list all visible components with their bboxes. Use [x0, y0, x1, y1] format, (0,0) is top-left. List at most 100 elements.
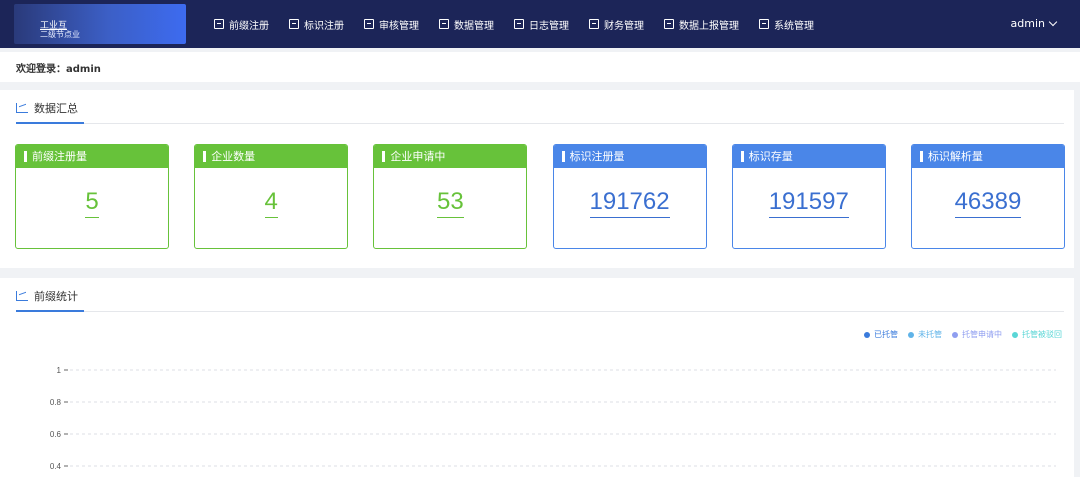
nav-label: 前缀注册: [229, 20, 269, 32]
nav-label: 日志管理: [529, 20, 569, 32]
card-value[interactable]: 191597: [768, 188, 849, 218]
bar-icon: [382, 151, 386, 162]
prefix-stats-panel: 1 0.8 0.6 0.4 前缀统计 已托管 未托管 托管申请中 托管被驳回: [0, 278, 1074, 477]
card-label: 标识注册量: [569, 150, 625, 163]
card-identifier-stock: 标识存量 191597: [731, 144, 886, 249]
audit-icon: [364, 19, 374, 29]
welcome-bar: 欢迎登录：admin: [0, 52, 1080, 82]
card-label: 标识解析量: [927, 150, 983, 163]
nav-identifier-register[interactable]: 标识注册: [289, 17, 344, 32]
bar-icon: [740, 151, 744, 162]
legend-label: 托管被驳回: [1022, 330, 1062, 339]
card-header: 标识解析量: [911, 145, 1064, 168]
divider: [16, 311, 1064, 312]
card-enterprise-count: 企业数量 4: [194, 144, 349, 249]
nav-audit-management[interactable]: 审核管理: [364, 17, 419, 32]
logo[interactable]: 工业互 二级节点业: [14, 4, 186, 44]
y-tick-label: 0.6: [50, 430, 62, 439]
card-label: 企业数量: [211, 150, 256, 163]
nav-system-management[interactable]: 系统管理: [759, 17, 814, 32]
top-navbar: 工业互 二级节点业 前缀注册 标识注册 审核管理 数据管理 日志管理 财务管理 …: [0, 0, 1080, 48]
legend-hosting-rejected[interactable]: 托管被驳回: [1012, 329, 1062, 340]
finance-icon: [589, 19, 599, 29]
bar-chart-icon: [16, 291, 28, 301]
card-header: 标识注册量: [553, 145, 706, 168]
chart-legend: 已托管 未托管 托管申请中 托管被驳回: [854, 329, 1062, 340]
card-value-wrap: 53: [374, 168, 526, 218]
stats-title-text: 前缀统计: [34, 290, 78, 303]
card-value[interactable]: 5: [85, 188, 99, 218]
barcode-icon: [289, 19, 299, 29]
nav-prefix-register[interactable]: 前缀注册: [214, 17, 269, 32]
nav-label: 审核管理: [379, 20, 419, 32]
nav-label: 数据上报管理: [679, 20, 739, 32]
card-identifier-registrations: 标识注册量 191762: [552, 144, 707, 249]
card-header: 前缀注册量: [16, 145, 168, 168]
legend-dot: [864, 331, 870, 338]
legend-hosted[interactable]: 已托管: [864, 329, 898, 340]
card-label: 企业申请中: [390, 150, 446, 163]
y-tick-label: 1: [57, 366, 62, 375]
log-icon: [514, 19, 524, 29]
card-value-wrap: 5: [16, 168, 168, 218]
legend-label: 已托管: [874, 330, 898, 339]
card-header: 企业申请中: [374, 145, 527, 168]
welcome-text: 欢迎登录：admin: [16, 64, 101, 75]
nav-log-management[interactable]: 日志管理: [514, 17, 569, 32]
card-value[interactable]: 46389: [954, 188, 1022, 218]
legend-dot: [1012, 331, 1018, 338]
divider: [16, 123, 1064, 124]
nav-label: 标识注册: [304, 20, 344, 32]
username: admin: [1010, 17, 1045, 30]
prefix-stats-chart: 1 0.8 0.6 0.4: [50, 366, 1056, 471]
card-label: 标识存量: [748, 150, 793, 163]
legend-unhosted[interactable]: 未托管: [908, 329, 942, 340]
stat-cards: 前缀注册量 5 企业数量 4 企业申请中 53 标识注册量 191762 标识存…: [15, 144, 1065, 249]
y-tick-label: 0.4: [50, 462, 62, 471]
nav-label: 财务管理: [604, 20, 644, 32]
card-header: 企业数量: [195, 145, 348, 168]
settings-icon: [759, 19, 769, 29]
main-nav: 前缀注册 标识注册 审核管理 数据管理 日志管理 财务管理 数据上报管理 系统管…: [214, 0, 834, 48]
nav-finance-management[interactable]: 财务管理: [589, 17, 644, 32]
user-menu[interactable]: admin: [1010, 17, 1058, 30]
card-value[interactable]: 53: [437, 188, 464, 218]
stats-title: 前缀统计: [16, 288, 78, 304]
card-value[interactable]: 4: [264, 188, 278, 218]
title-underline: [16, 122, 84, 124]
card-value-wrap: 191597: [733, 168, 885, 218]
card-value-wrap: 191762: [554, 168, 706, 218]
bar-icon: [919, 151, 923, 162]
card-value-wrap: 4: [195, 168, 347, 218]
card-identifier-resolutions: 标识解析量 46389: [910, 144, 1065, 249]
bar-icon: [561, 151, 565, 162]
card-prefix-registrations: 前缀注册量 5: [15, 144, 169, 249]
report-icon: [664, 19, 674, 29]
edit-icon: [214, 19, 224, 29]
card-value-wrap: 46389: [912, 168, 1064, 218]
card-header: 标识存量: [732, 145, 885, 168]
data-icon: [439, 19, 449, 29]
card-enterprise-applying: 企业申请中 53: [373, 144, 528, 249]
legend-label: 未托管: [918, 330, 942, 339]
nav-data-report-management[interactable]: 数据上报管理: [664, 17, 739, 32]
legend-dot: [952, 331, 958, 338]
card-label: 前缀注册量: [32, 150, 87, 163]
legend-dot: [908, 331, 914, 338]
summary-panel: 数据汇总 前缀注册量 5 企业数量 4 企业申请中 53 标识注册量 19176…: [0, 90, 1074, 268]
title-underline: [16, 310, 84, 312]
legend-label: 托管申请中: [962, 330, 1002, 339]
legend-hosting-applying[interactable]: 托管申请中: [952, 329, 1002, 340]
logo-subtitle: 二级节点业: [40, 30, 80, 39]
nav-label: 系统管理: [774, 20, 814, 32]
bar-icon: [203, 151, 207, 162]
line-chart-icon: [16, 103, 28, 113]
summary-title-text: 数据汇总: [34, 102, 78, 115]
nav-data-management[interactable]: 数据管理: [439, 17, 494, 32]
nav-label: 数据管理: [454, 20, 494, 32]
card-value[interactable]: 191762: [589, 188, 670, 218]
bar-icon: [24, 151, 27, 162]
y-tick-label: 0.8: [50, 398, 62, 407]
summary-title: 数据汇总: [16, 100, 78, 116]
chevron-down-icon: [1048, 17, 1058, 27]
